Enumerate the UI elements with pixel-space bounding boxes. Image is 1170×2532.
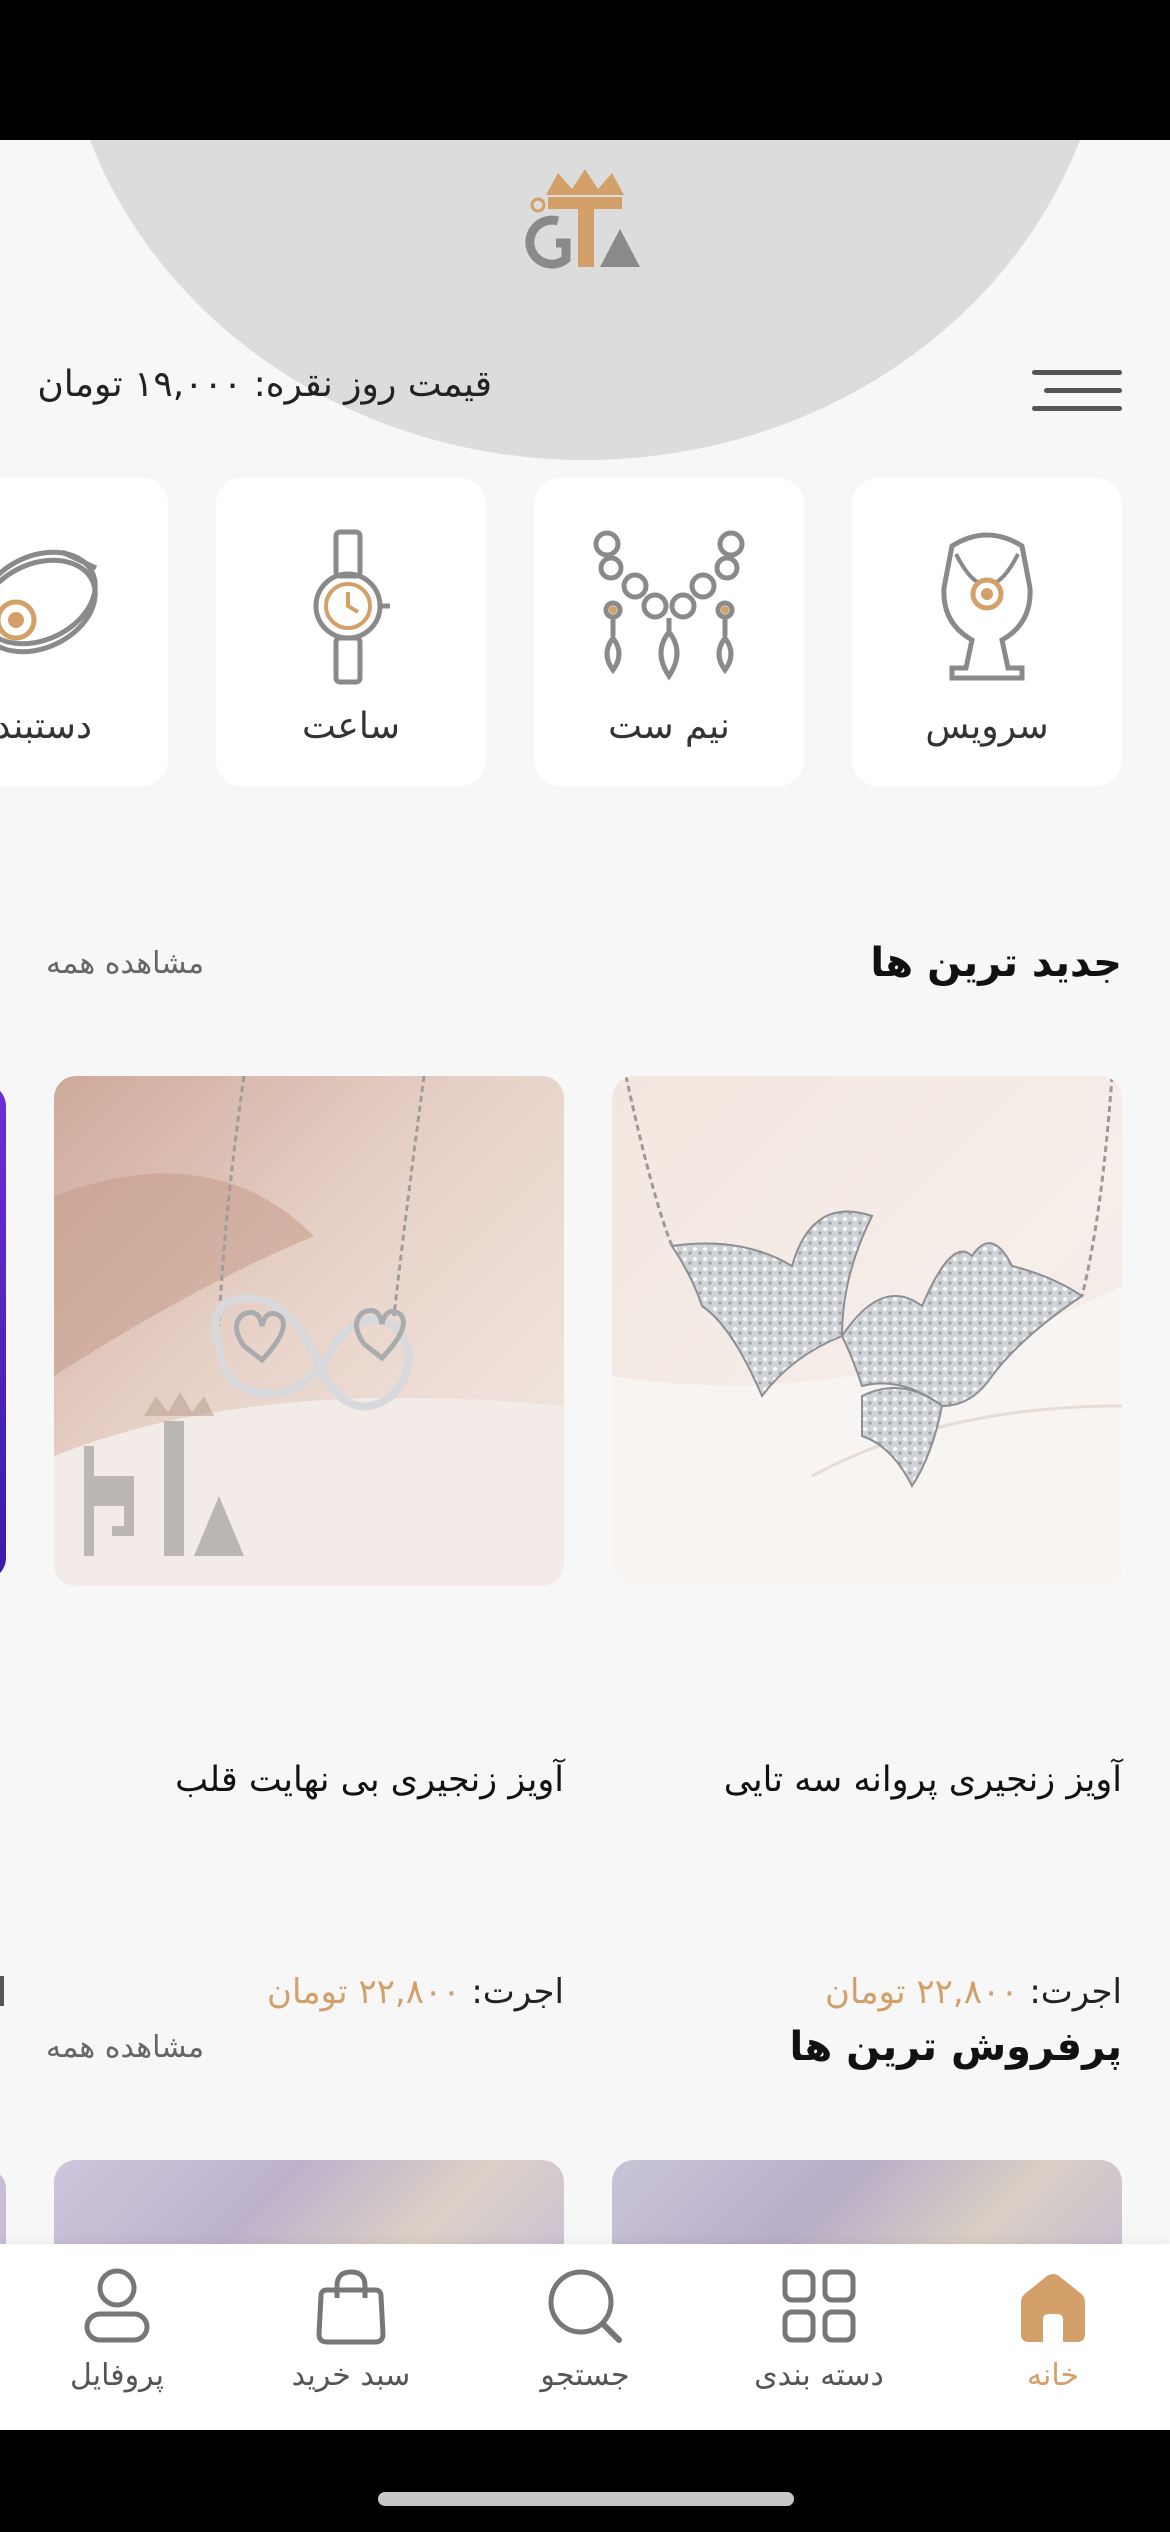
- app-screen: قیمت روز نقره: ۱۹,۰۰۰ تومان سرویس نیم ست…: [0, 140, 1170, 2430]
- tab-label: سبد خرید: [291, 2358, 411, 2393]
- category-label: سرویس: [925, 706, 1049, 747]
- bestsellers-see-all-link[interactable]: مشاهده همه: [46, 2030, 204, 2065]
- newest-see-all-link[interactable]: مشاهده همه: [46, 946, 204, 981]
- category-label: دستبند: [0, 706, 92, 747]
- category-card-service[interactable]: سرویس: [852, 478, 1122, 786]
- tab-label: خانه: [1026, 2358, 1080, 2393]
- category-card-half-set[interactable]: نیم ست: [534, 478, 804, 786]
- jewelry-set-icon: [593, 530, 745, 681]
- bestsellers-section-title: پرفروش ترین ها: [789, 2024, 1122, 2070]
- tab-label: جستجو: [540, 2358, 630, 2393]
- bracelet-icon: [0, 549, 98, 655]
- product-fee: اجرت: ۲۲,۸۰۰ تومان: [54, 1972, 564, 2012]
- tab-label: پروفایل: [70, 2358, 164, 2393]
- tab-home[interactable]: خانه: [936, 2244, 1170, 2430]
- shopping-bag-icon: [316, 2269, 386, 2345]
- product-name[interactable]: آویز زنجیری بی نهایت قلب: [54, 1760, 564, 1800]
- hamburger-menu-button[interactable]: [1032, 360, 1122, 420]
- necklace-bust-icon: [941, 532, 1033, 681]
- home-indicator[interactable]: [378, 2492, 794, 2506]
- infinity-heart-necklace-photo: [54, 1076, 564, 1586]
- butterfly-necklace-photo: [612, 1076, 1122, 1586]
- fee-label: اجرت:: [471, 1972, 564, 2012]
- newest-section-title: جدید ترین ها: [870, 940, 1122, 986]
- tab-search[interactable]: جستجو: [468, 2244, 702, 2430]
- silver-price-bar: قیمت روز نقره: ۱۹,۰۰۰ تومان: [0, 350, 1170, 430]
- silver-price-value: ۱۹,۰۰۰ تومان: [37, 364, 243, 405]
- tab-label: دسته بندی: [754, 2358, 884, 2393]
- category-card-bracelet[interactable]: دستبند: [0, 478, 168, 786]
- tab-profile[interactable]: پروفایل: [0, 2244, 234, 2430]
- profile-icon: [84, 2268, 150, 2343]
- product-image-butterfly[interactable]: [612, 1076, 1122, 1586]
- silver-price-label: قیمت روز نقره:: [253, 364, 492, 405]
- search-icon: [548, 2269, 622, 2343]
- product-name[interactable]: آویز زنجیری پروانه سه تایی: [612, 1760, 1122, 1800]
- product-image-infinity-heart[interactable]: [54, 1076, 564, 1586]
- product-fee-partial: [0, 1976, 4, 2006]
- menu-line: [1032, 370, 1122, 375]
- home-icon: [1021, 2274, 1085, 2342]
- tab-categories[interactable]: دسته بندی: [702, 2244, 936, 2430]
- product-fee: اجرت: ۲۲,۸۰۰ تومان: [612, 1972, 1122, 2012]
- grid-icon: [782, 2269, 856, 2343]
- menu-line: [1032, 406, 1122, 411]
- tab-cart[interactable]: سبد خرید: [234, 2244, 468, 2430]
- watch-icon: [313, 529, 390, 685]
- brand-logo: [525, 169, 640, 269]
- category-label: ساعت: [302, 706, 400, 747]
- fee-label: اجرت:: [1029, 1972, 1122, 2012]
- fee-amount: ۲۲,۸۰۰ تومان: [825, 1972, 1019, 2012]
- menu-line: [1044, 388, 1122, 393]
- category-card-watch[interactable]: ساعت: [216, 478, 486, 786]
- silver-price: قیمت روز نقره: ۱۹,۰۰۰ تومان: [37, 364, 492, 405]
- fee-amount: ۲۲,۸۰۰ تومان: [267, 1972, 461, 2012]
- bottom-tab-bar: خانه دسته بندی جستجو سبد خرید پروفایل: [0, 2244, 1170, 2430]
- product-image-partial[interactable]: [0, 1084, 6, 1580]
- category-label: نیم ست: [608, 706, 730, 747]
